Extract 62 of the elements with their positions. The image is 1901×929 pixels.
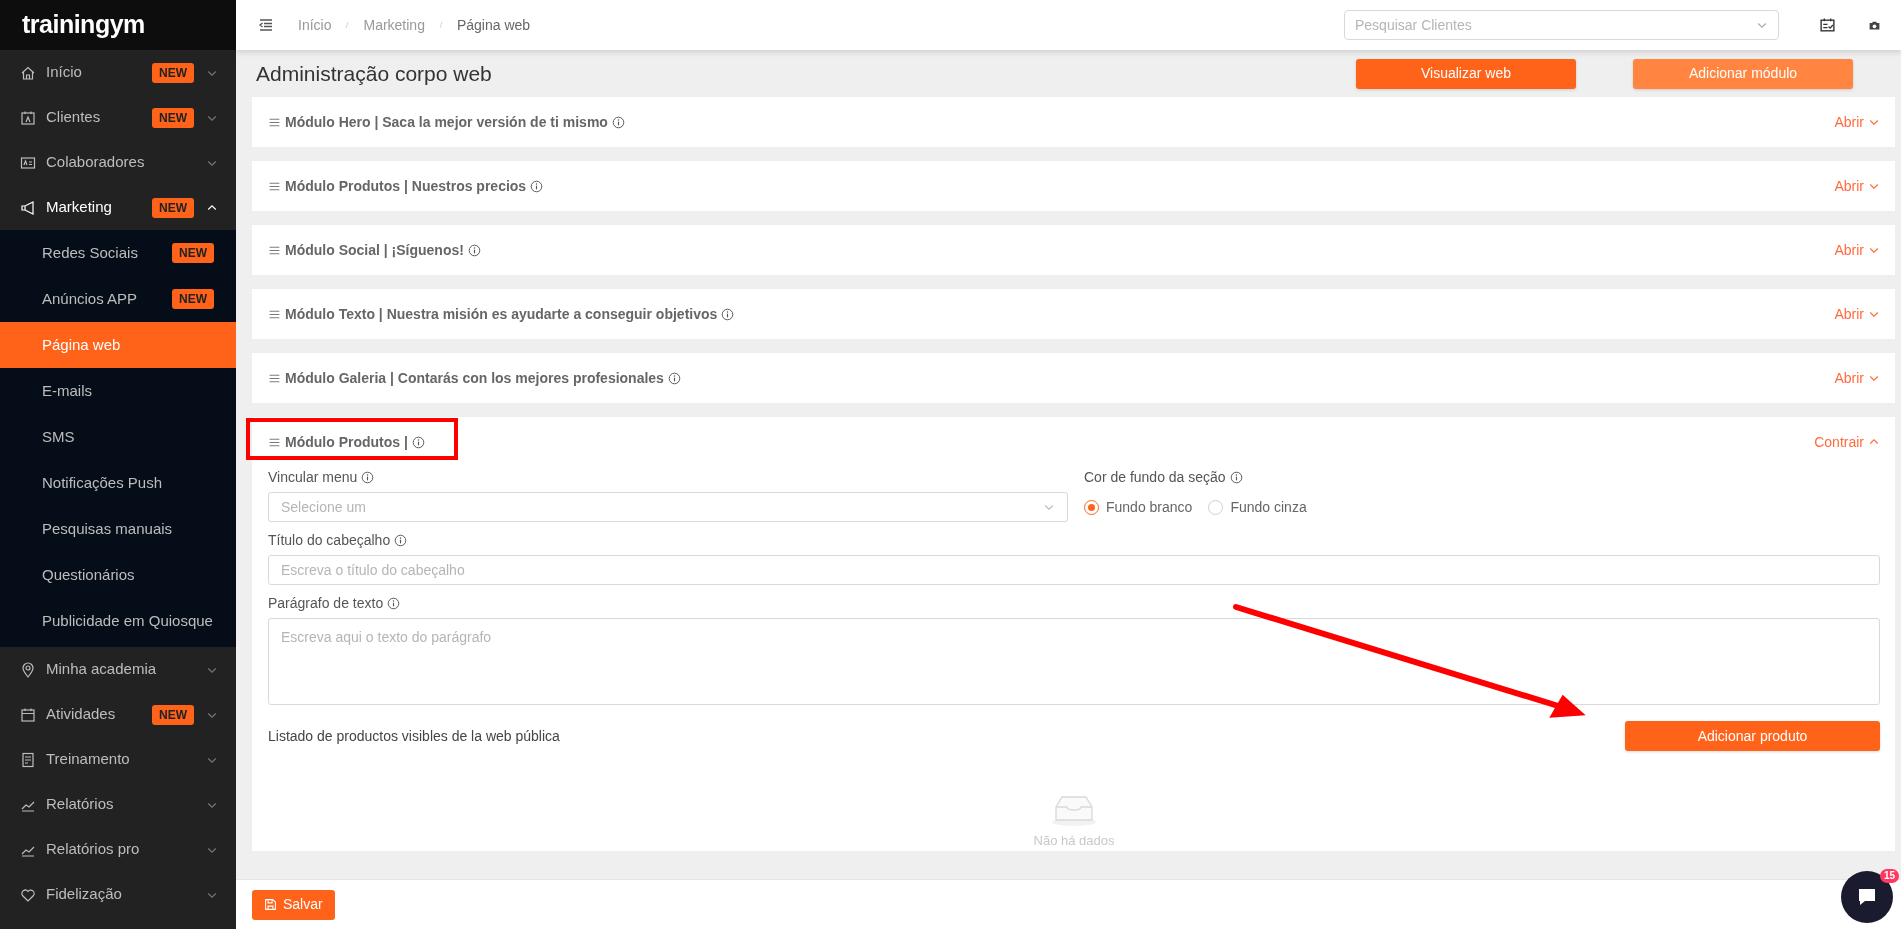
info-icon: [530, 179, 544, 193]
info-icon: [721, 307, 735, 321]
submenu-item[interactable]: Notificações Push: [0, 460, 236, 506]
submenu-item[interactable]: Redes Sociais NEW: [0, 230, 236, 276]
info-icon: [387, 597, 401, 610]
submenu-item[interactable]: Questionários: [0, 552, 236, 598]
location-pin-icon: [20, 661, 36, 678]
info-icon: [1229, 471, 1243, 484]
sidebar-item[interactable]: Clientes NEW: [0, 95, 236, 140]
info-icon: [611, 115, 625, 129]
sidebar-item[interactable]: Colaboradores: [0, 140, 236, 185]
calendar-icon: [20, 706, 36, 723]
info-icon: [411, 435, 425, 449]
home-icon: [20, 64, 36, 81]
contact-card-icon: [20, 154, 36, 171]
info-icon: [667, 371, 681, 385]
submenu-item[interactable]: SMS: [0, 414, 236, 460]
info-icon: [361, 471, 375, 484]
new-badge: NEW: [152, 62, 194, 83]
megaphone-icon: [20, 199, 36, 216]
radio-label: Fundo cinza: [1230, 497, 1307, 517]
page-title: Administração corpo web: [255, 60, 493, 87]
sidebar-item[interactable]: Marketing NEW: [0, 185, 236, 230]
sidebar-item[interactable]: Relatórios pro: [0, 827, 236, 872]
module-title: Módulo Texto | Nuestra misión es ayudarte a conseguir objetivos: [285, 304, 718, 324]
new-badge: NEW: [172, 243, 214, 263]
sidebar-item[interactable]: Treinamento: [0, 737, 236, 782]
heart-icon: [20, 886, 36, 903]
module-title: Módulo Produtos | Nuestros precios: [285, 176, 527, 196]
new-badge: NEW: [152, 197, 194, 218]
field-label: Parágrafo de texto: [268, 594, 384, 613]
module-title: Módulo Produtos |: [285, 432, 408, 452]
sidebar-item[interactable]: Fidelização: [0, 872, 236, 917]
field-label: Cor de fundo da seção: [1084, 468, 1226, 487]
field-label: Vincular menu: [268, 468, 358, 487]
notification-badge: 15: [1880, 869, 1900, 883]
calendar-check-icon[interactable]: [1819, 16, 1836, 34]
info-icon: [394, 534, 408, 547]
submenu-item[interactable]: Publicidade em Quiosque: [0, 598, 236, 644]
module-title: Módulo Social | ¡Síguenos!: [285, 240, 464, 260]
sidebar-item[interactable]: Atividades NEW: [0, 692, 236, 737]
new-badge: NEW: [152, 107, 194, 128]
submenu-item[interactable]: Pesquisas manuais: [0, 506, 236, 552]
text-area[interactable]: Escreva aqui o texto do parágrafo: [268, 618, 1880, 705]
menu-icon: [258, 17, 274, 33]
field-label: Título do cabeçalho: [268, 531, 391, 550]
info-icon: [467, 243, 481, 257]
module-title: Módulo Galeria | Contarás con los mejores profesionales: [285, 368, 664, 388]
id-card-icon: [20, 109, 36, 126]
module-title: Módulo Hero | Saca la mejor versión de ti mismo: [285, 112, 608, 132]
sidebar-item[interactable]: Minha academia: [0, 647, 236, 692]
empty-inbox-icon: [1050, 793, 1098, 827]
submenu-item[interactable]: Anúncios APP NEW: [0, 276, 236, 322]
new-badge: NEW: [152, 704, 194, 725]
new-badge: NEW: [172, 289, 214, 309]
submenu-item[interactable]: E-mails: [0, 368, 236, 414]
sidebar-item[interactable]: Relatórios: [0, 782, 236, 827]
input-field[interactable]: Escreva o título do cabeçalho: [268, 555, 1880, 585]
document-icon: [20, 751, 36, 768]
radio-label: Fundo branco: [1106, 497, 1193, 517]
section-label: Listado de productos visibles de la web pública: [268, 726, 561, 746]
sidebar-item[interactable]: Início NEW: [0, 50, 236, 95]
